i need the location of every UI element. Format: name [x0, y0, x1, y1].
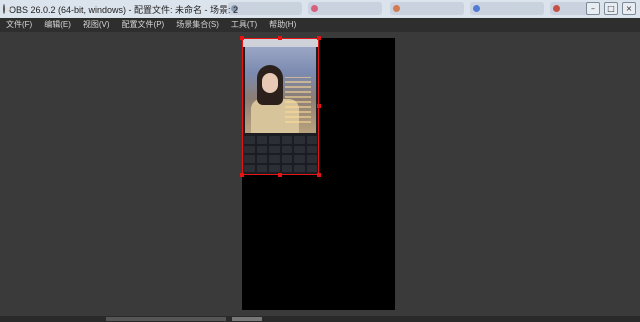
menu-file[interactable]: 文件(F)	[0, 18, 38, 32]
bottom-panel-edge	[0, 316, 640, 322]
minimize-icon[interactable]: –	[586, 2, 600, 15]
window-titlebar: OBS 26.0.2 (64-bit, windows) - 配置文件: 未命名…	[0, 0, 238, 18]
bottom-panel-tab	[106, 317, 226, 321]
menu-help[interactable]: 帮助(H)	[263, 18, 302, 32]
menu-edit[interactable]: 编辑(E)	[38, 18, 77, 32]
resize-handle-top[interactable]	[278, 36, 282, 40]
obs-logo-icon	[3, 4, 10, 14]
resize-handle-top-right[interactable]	[317, 36, 321, 40]
window-controls: – □ ×	[586, 2, 636, 15]
menu-bar: 文件(F) 编辑(E) 视图(V) 配置文件(P) 场景集合(S) 工具(T) …	[0, 18, 640, 32]
window-title: OBS 26.0.2 (64-bit, windows) - 配置文件: 未命名…	[9, 4, 239, 15]
menu-tools[interactable]: 工具(T)	[225, 18, 263, 32]
background-tab	[308, 2, 382, 15]
menu-profile[interactable]: 配置文件(P)	[116, 18, 171, 32]
close-icon[interactable]: ×	[622, 2, 636, 15]
background-tab	[550, 2, 590, 15]
source-selection-border[interactable]	[242, 38, 319, 175]
resize-handle-bottom-right[interactable]	[317, 173, 321, 177]
resize-handle-bottom-left[interactable]	[240, 173, 244, 177]
resize-handle-top-left[interactable]	[240, 36, 244, 40]
resize-handle-bottom[interactable]	[278, 173, 282, 177]
menu-scene-collection[interactable]: 场景集合(S)	[170, 18, 225, 32]
maximize-icon[interactable]: □	[604, 2, 618, 15]
background-tab	[228, 2, 302, 15]
menu-view[interactable]: 视图(V)	[77, 18, 116, 32]
resize-handle-right[interactable]	[317, 104, 321, 108]
bottom-panel-tab	[232, 317, 262, 321]
background-tab	[390, 2, 464, 15]
background-tab	[470, 2, 544, 15]
